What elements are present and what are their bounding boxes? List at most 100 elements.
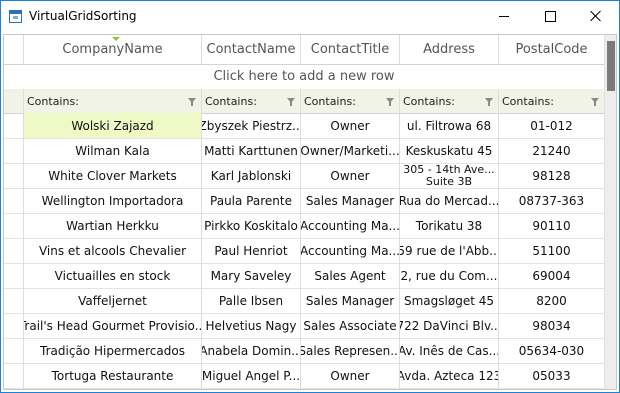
table-cell[interactable]: Pirkko Koskitalo — [202, 213, 301, 238]
table-cell[interactable]: Paula Parente — [202, 188, 301, 213]
table-row[interactable]: Tradição Hipermercados Anabela Domin... … — [4, 338, 604, 364]
table-cell[interactable]: White Clover Markets — [24, 163, 202, 188]
row-header[interactable] — [4, 363, 24, 388]
table-row[interactable]: Trail's Head Gourmet Provisio... Helveti… — [4, 313, 604, 339]
table-cell[interactable]: 59 rue de l'Abb... — [400, 238, 499, 263]
table-cell[interactable]: 2, rue du Com... — [400, 263, 499, 288]
table-row[interactable]: Vaffeljernet Palle Ibsen Sales Manager S… — [4, 288, 604, 314]
table-cell[interactable]: Avda. Azteca 123 — [400, 363, 499, 388]
table-cell[interactable]: 69004 — [499, 263, 604, 288]
table-row[interactable]: Victuailles en stock Mary Saveley Sales … — [4, 263, 604, 289]
table-row[interactable]: Wartian Herkku Pirkko Koskitalo Accounti… — [4, 213, 604, 239]
table-cell[interactable]: 98034 — [499, 313, 604, 338]
table-cell[interactable]: ul. Filtrowa 68 — [400, 113, 499, 138]
table-cell[interactable]: Matti Karttunen — [202, 138, 301, 163]
table-cell[interactable]: 90110 — [499, 213, 604, 238]
filter-funnel-icon[interactable] — [188, 98, 196, 106]
table-cell[interactable]: Sales Associate — [301, 313, 400, 338]
table-cell[interactable]: Tortuga Restaurante — [24, 363, 202, 388]
column-header-contacttitle[interactable]: ContactTitle — [301, 35, 400, 64]
table-cell[interactable]: Anabela Domin... — [202, 338, 301, 363]
filter-funnel-icon[interactable] — [485, 98, 493, 106]
table-cell[interactable]: 05033 — [499, 363, 604, 388]
table-cell[interactable]: Wilman Kala — [24, 138, 202, 163]
table-cell[interactable]: Accounting Ma... — [301, 238, 400, 263]
minimize-button[interactable] — [481, 1, 527, 31]
filter-funnel-icon[interactable] — [386, 98, 394, 106]
table-row[interactable]: Wilman Kala Matti Karttunen Owner/Market… — [4, 138, 604, 164]
table-cell[interactable]: Vaffeljernet — [24, 288, 202, 313]
app-icon[interactable] — [9, 9, 22, 23]
table-cell[interactable]: Rua do Mercad... — [400, 188, 499, 213]
table-cell[interactable]: Torikatu 38 — [400, 213, 499, 238]
table-cell[interactable]: Accounting Ma... — [301, 213, 400, 238]
filter-cell-address[interactable]: Contains: — [400, 89, 499, 113]
filter-funnel-icon[interactable] — [591, 98, 599, 106]
table-cell[interactable]: Tradição Hipermercados — [24, 338, 202, 363]
table-cell[interactable]: Owner/Marketi... — [301, 138, 400, 163]
table-cell[interactable]: 98128 — [499, 163, 604, 188]
table-cell[interactable]: 05634-030 — [499, 338, 604, 363]
column-header-companyname[interactable]: CompanyName — [24, 35, 202, 64]
table-cell[interactable]: Wellington Importadora — [24, 188, 202, 213]
table-cell[interactable]: 305 - 14th Ave... Suite 3B — [400, 163, 499, 188]
column-header-address[interactable]: Address — [400, 35, 499, 64]
table-cell[interactable]: Keskuskatu 45 — [400, 138, 499, 163]
table-cell[interactable]: Palle Ibsen — [202, 288, 301, 313]
column-header-contactname[interactable]: ContactName — [202, 35, 301, 64]
table-cell[interactable]: Miguel Angel P... — [202, 363, 301, 388]
row-header[interactable] — [4, 163, 24, 188]
table-row[interactable]: Wellington Importadora Paula Parente Sal… — [4, 188, 604, 214]
table-cell[interactable]: Owner — [301, 113, 400, 138]
table-cell[interactable]: Wolski Zajazd — [24, 113, 202, 138]
table-cell[interactable]: Karl Jablonski — [202, 163, 301, 188]
table-cell[interactable]: Sales Agent — [301, 263, 400, 288]
table-cell[interactable]: 722 DaVinci Blv... — [400, 313, 499, 338]
table-cell[interactable]: Smagsløget 45 — [400, 288, 499, 313]
table-cell[interactable]: Mary Saveley — [202, 263, 301, 288]
filter-cell-contacttitle[interactable]: Contains: — [301, 89, 400, 113]
table-row[interactable]: Wolski Zajazd Zbyszek Piestrz... Owner u… — [4, 113, 604, 139]
table-row[interactable]: Vins et alcools Chevalier Paul Henriot A… — [4, 238, 604, 264]
row-header[interactable] — [4, 288, 24, 313]
row-header[interactable] — [4, 263, 24, 288]
filter-funnel-icon[interactable] — [287, 98, 295, 106]
maximize-button[interactable] — [527, 1, 573, 31]
table-cell[interactable]: 08737-363 — [499, 188, 604, 213]
filter-cell-companyname[interactable]: Contains: — [24, 89, 202, 113]
close-button[interactable] — [573, 1, 619, 31]
table-cell[interactable]: Trail's Head Gourmet Provisio... — [24, 313, 202, 338]
add-new-row[interactable]: Click here to add a new row — [4, 64, 604, 90]
table-cell[interactable]: 8200 — [499, 288, 604, 313]
data-grid[interactable]: CompanyName ContactName ContactTitle Add… — [3, 34, 617, 390]
table-cell[interactable]: Zbyszek Piestrz... — [202, 113, 301, 138]
table-cell[interactable]: Victuailles en stock — [24, 263, 202, 288]
table-cell[interactable]: Av. Inês de Cas... — [400, 338, 499, 363]
table-cell[interactable]: Paul Henriot — [202, 238, 301, 263]
scrollbar-thumb[interactable] — [607, 41, 615, 91]
table-cell[interactable]: 01-012 — [499, 113, 604, 138]
row-header[interactable] — [4, 188, 24, 213]
table-cell[interactable]: Wartian Herkku — [24, 213, 202, 238]
row-header[interactable] — [4, 338, 24, 363]
table-cell[interactable]: Owner — [301, 363, 400, 388]
row-header[interactable] — [4, 113, 24, 138]
table-cell[interactable]: Sales Manager — [301, 288, 400, 313]
row-header[interactable] — [4, 213, 24, 238]
row-header[interactable] — [4, 313, 24, 338]
row-header[interactable] — [4, 238, 24, 263]
column-header-postalcode[interactable]: PostalCode — [499, 35, 604, 64]
title-bar[interactable]: VirtualGridSorting — [1, 1, 619, 31]
filter-cell-postalcode[interactable]: Contains: — [499, 89, 604, 113]
table-cell[interactable]: Sales Represen... — [301, 338, 400, 363]
table-cell[interactable]: 51100 — [499, 238, 604, 263]
table-cell[interactable]: Owner — [301, 163, 400, 188]
row-header[interactable] — [4, 138, 24, 163]
table-row[interactable]: White Clover Markets Karl Jablonski Owne… — [4, 163, 604, 189]
table-cell[interactable]: Vins et alcools Chevalier — [24, 238, 202, 263]
table-cell[interactable]: Helvetius Nagy — [202, 313, 301, 338]
table-cell[interactable]: Sales Manager — [301, 188, 400, 213]
table-row[interactable]: Tortuga Restaurante Miguel Angel P... Ow… — [4, 363, 604, 389]
vertical-scrollbar[interactable] — [604, 35, 616, 389]
filter-cell-contactname[interactable]: Contains: — [202, 89, 301, 113]
